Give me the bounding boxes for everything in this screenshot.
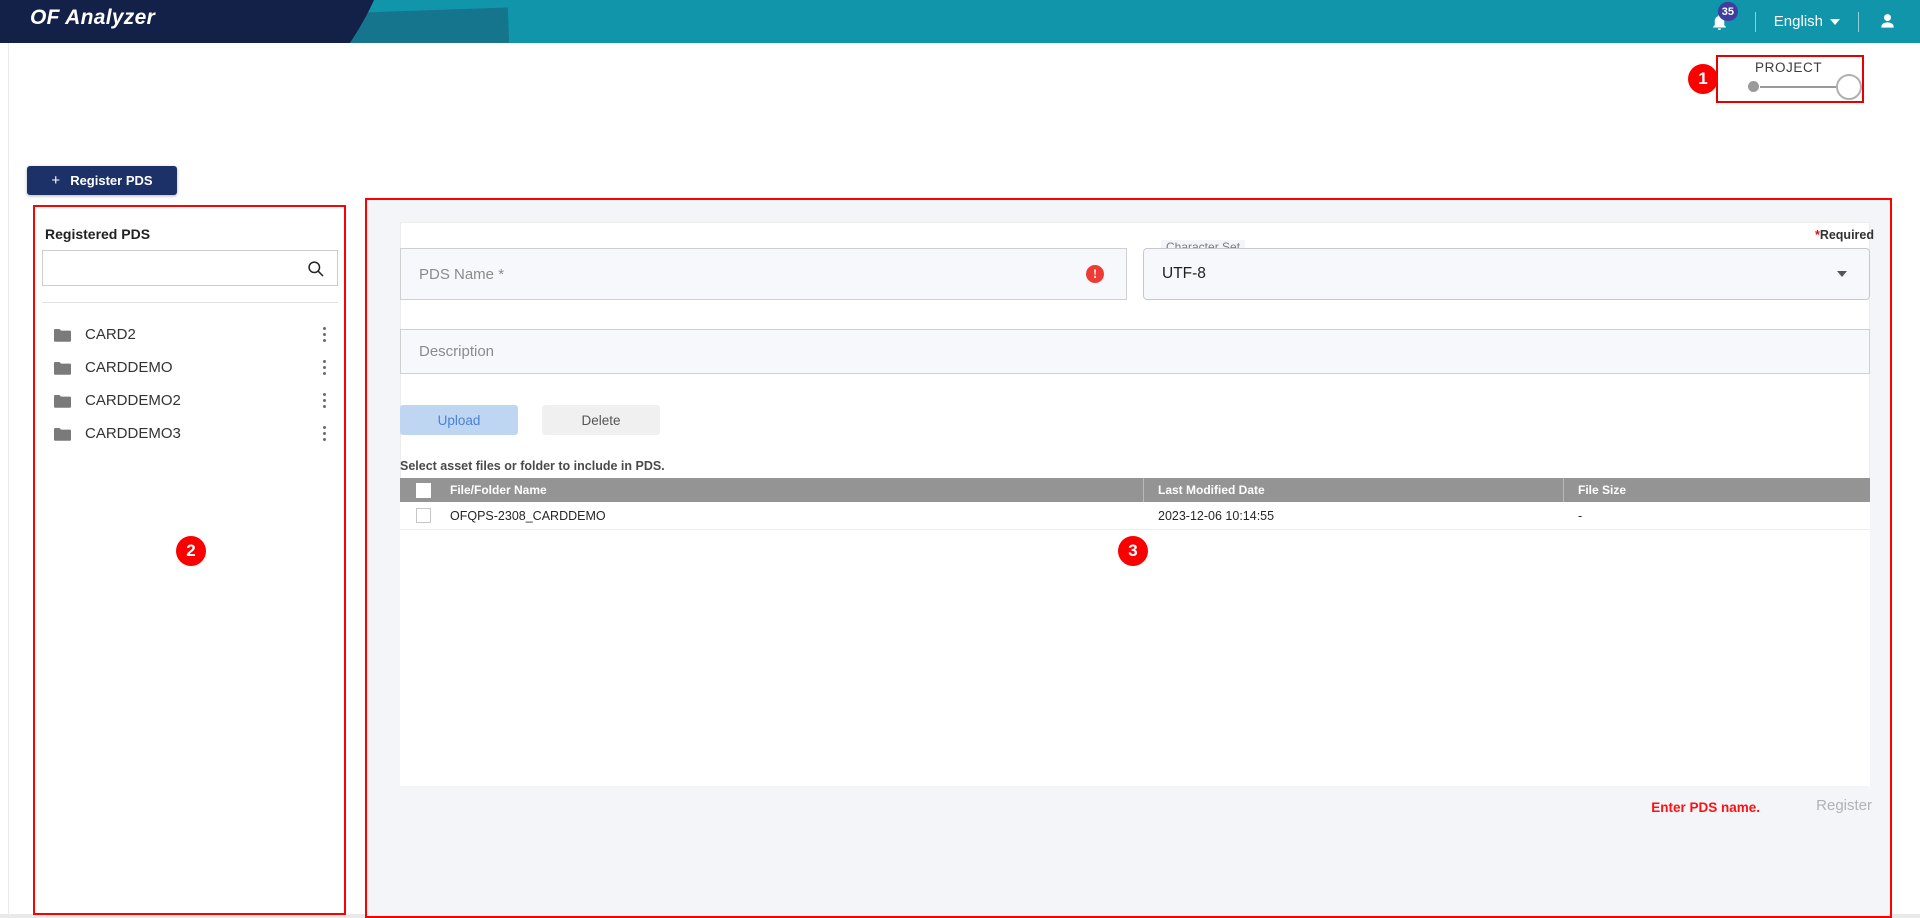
list-item-menu-icon[interactable] [310,387,338,415]
language-label: English [1773,13,1823,30]
table-row[interactable]: OFQPS-2308_CARDDEMO 2023-12-06 10:14:55 … [400,502,1870,530]
folder-icon [54,427,71,441]
annotation-badge-1: 1 [1688,64,1718,94]
row-checkbox[interactable] [415,508,431,523]
register-pds-button[interactable]: + Register PDS [27,166,177,195]
folder-icon [54,328,71,342]
app-header: OF Analyzer 35 English [0,0,1920,43]
project-toggle-label: PROJECT [1755,60,1823,75]
registered-pds-title: Registered PDS [45,226,151,242]
cell-file-folder-name: OFQPS-2308_CARDDEMO [450,508,606,523]
description-field[interactable] [400,329,1870,374]
project-toggle-track-dot [1748,81,1759,92]
page-left-divider [8,43,9,918]
column-last-modified-date: Last Modified Date [1143,478,1563,502]
user-account-button[interactable] [1877,11,1898,32]
column-file-size: File Size [1563,478,1870,502]
character-set-select[interactable]: UTF-8 [1143,248,1870,300]
cell-last-modified-date: 2023-12-06 10:14:55 [1158,508,1275,523]
pds-name-field[interactable]: ! [400,248,1127,300]
column-file-folder-name: File/Folder Name [450,483,547,497]
list-item-label: CARDDEMO2 [85,392,181,409]
chevron-down-icon [1837,271,1847,277]
list-item[interactable]: CARDDEMO [42,351,338,384]
header-right-actions: 35 English [1703,0,1920,43]
notifications-button[interactable]: 35 [1703,0,1739,43]
pds-name-input[interactable] [401,249,1086,299]
upload-button[interactable]: Upload [400,405,518,435]
list-item[interactable]: CARDDEMO2 [42,384,338,417]
list-item-label: CARDDEMO3 [85,425,181,442]
header-divider-2 [1858,11,1859,32]
list-item-label: CARD2 [85,326,136,343]
file-table: File/Folder Name Last Modified Date File… [400,478,1870,530]
registered-pds-list: CARD2 CARDDEMO CARDDEMO2 CARDDEMO3 [42,318,338,450]
annotation-badge-3: 3 [1118,536,1148,566]
file-table-header: File/Folder Name Last Modified Date File… [400,478,1870,502]
required-note: *Required [1815,228,1874,242]
sidebar-divider [42,302,338,303]
header-divider-1 [1754,11,1756,32]
pds-search-input[interactable] [43,251,306,285]
project-toggle-knob[interactable] [1836,74,1862,100]
asset-selection-hint: Select asset files or folder to include … [400,459,665,473]
cell-file-size: - [1578,508,1583,523]
required-text: Required [1819,228,1874,242]
file-table-body-background [400,530,1870,786]
error-icon: ! [1086,265,1104,283]
list-item[interactable]: CARDDEMO3 [42,417,338,450]
folder-icon [54,361,71,375]
register-pds-button-label: Register PDS [70,173,153,188]
description-input[interactable] [401,330,1869,373]
pds-search-box[interactable] [42,250,338,286]
character-set-value: UTF-8 [1162,265,1206,282]
search-icon[interactable] [306,259,337,278]
folder-icon [54,394,71,408]
plus-icon: + [51,172,61,189]
select-all-checkbox[interactable] [415,482,431,498]
row-select-cell[interactable] [400,508,446,523]
form-validation-message: Enter PDS name. [1651,800,1760,815]
app-logo: OF Analyzer [30,6,156,29]
list-item-menu-icon[interactable] [310,354,338,382]
list-item-label: CARDDEMO [85,359,173,376]
annotation-badge-2: 2 [176,536,206,566]
user-avatar-icon [1881,14,1894,28]
chevron-down-icon [1830,18,1840,25]
register-submit-button[interactable]: Register [1816,797,1872,814]
list-item-menu-icon[interactable] [310,321,338,349]
select-all-cell[interactable] [400,482,446,498]
list-item-menu-icon[interactable] [310,420,338,448]
delete-button[interactable]: Delete [542,405,660,435]
notification-count-badge: 35 [1717,2,1739,21]
language-selector[interactable]: English [1774,13,1840,30]
project-toggle-track [1760,86,1842,88]
list-item[interactable]: CARD2 [42,318,338,351]
